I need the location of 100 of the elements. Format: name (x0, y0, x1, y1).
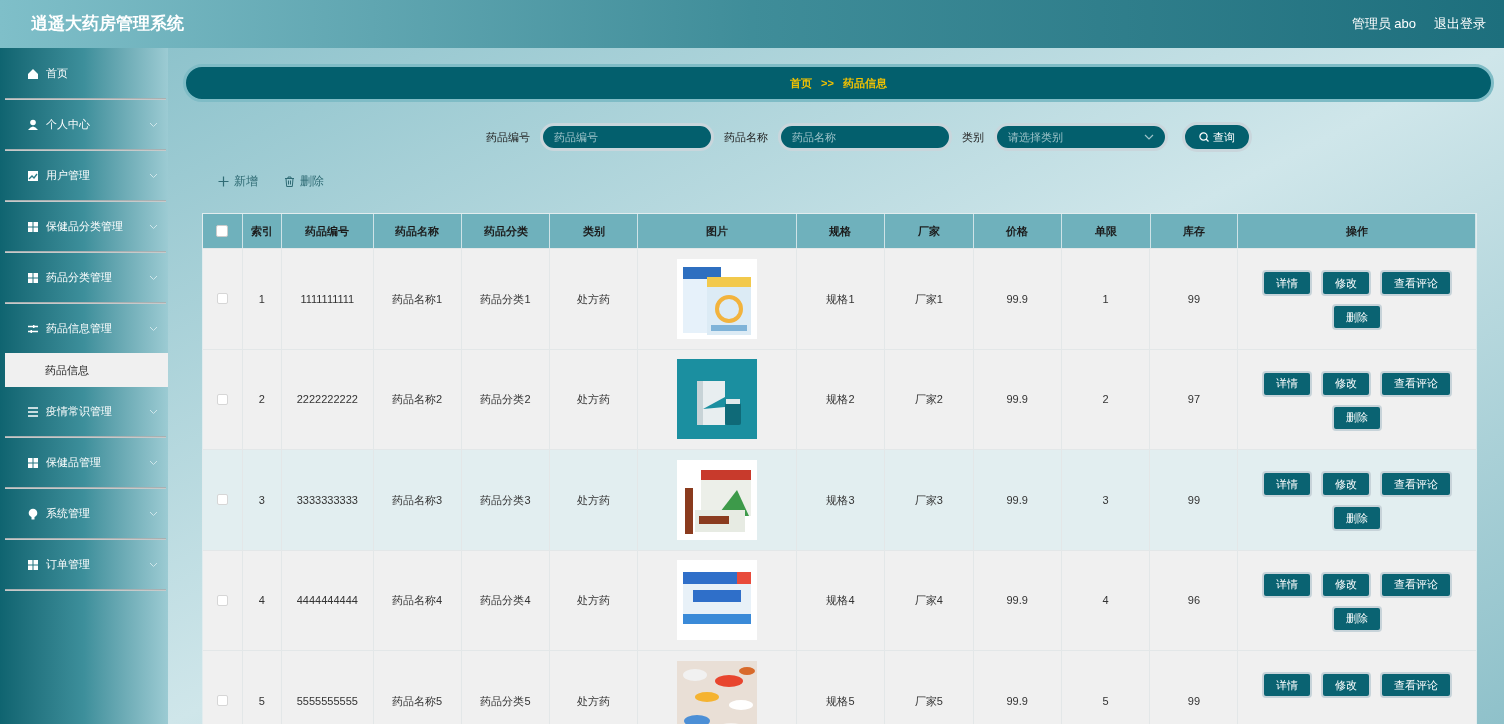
action-button[interactable]: 修改 (1321, 471, 1372, 497)
table-cell: 5 (1061, 651, 1151, 724)
table-cell: 药品名称1 (373, 249, 462, 349)
sidebar-item[interactable]: 药品分类管理 (5, 253, 168, 302)
sidebar-item[interactable]: 保健品管理 (5, 438, 168, 487)
app-title: 逍遥大药房管理系统 (31, 13, 184, 36)
breadcrumb-item[interactable]: 首页 (790, 74, 813, 92)
bulb-icon (27, 507, 39, 520)
sidebar-item[interactable]: 药品信息管理 (5, 304, 168, 353)
row-checkbox[interactable] (216, 695, 228, 707)
table-cell: 99.9 (973, 450, 1062, 550)
action-button[interactable]: 修改 (1321, 270, 1372, 296)
field-label: 药品编号 (485, 129, 530, 145)
chevron-down-icon (149, 561, 158, 568)
table-cell: 99 (1150, 249, 1239, 349)
chevron-down-icon (149, 121, 158, 128)
table-cell: 3 (1061, 450, 1151, 550)
logout-link[interactable]: 退出登录 (1434, 14, 1486, 34)
search-field[interactable]: 药品编号 (539, 123, 714, 151)
action-button[interactable]: 删除 (1332, 505, 1383, 531)
breadcrumb-separator: >> (821, 75, 834, 91)
table-cell: 厂家5 (884, 651, 974, 724)
search-icon (1198, 132, 1209, 142)
table-cell: 厂家1 (884, 249, 974, 349)
home-icon (27, 67, 39, 80)
sliders-icon (27, 322, 39, 335)
action-button[interactable]: 查看评论 (1380, 370, 1453, 397)
action-button[interactable]: 删除 (1332, 404, 1383, 431)
action-button[interactable]: 详情 (1262, 571, 1313, 598)
table-cell: 规格5 (797, 651, 885, 724)
sidebar-item[interactable]: 首页 (5, 49, 168, 98)
action-button[interactable]: 查看评论 (1380, 571, 1453, 598)
row-checkbox[interactable] (216, 494, 228, 506)
table-cell: 厂家3 (884, 450, 974, 550)
table-cell: 3333333333 (281, 450, 374, 550)
chevron-down-icon (149, 172, 158, 179)
table-cell: 1 (1061, 249, 1151, 349)
row-checkbox[interactable] (216, 393, 228, 405)
sidebar-item[interactable]: 个人中心 (5, 100, 168, 149)
table-cell: 99.9 (973, 249, 1062, 349)
table-cell: 5555555555 (281, 651, 374, 724)
chevron-down-icon (149, 274, 158, 281)
sidebar-item[interactable]: 保健品分类管理 (5, 202, 168, 251)
row-checkbox[interactable] (216, 594, 228, 606)
user-label: 管理员 abo (1351, 15, 1416, 34)
row-checkbox[interactable] (216, 293, 228, 305)
action-button[interactable]: 查看评论 (1380, 672, 1453, 698)
table-cell: 规格1 (797, 249, 885, 349)
action-button[interactable]: 查看评论 (1380, 471, 1453, 497)
search-button[interactable]: 查询 (1181, 122, 1252, 152)
table-cell: 处方药 (550, 651, 639, 724)
table-cell: 处方药 (550, 450, 639, 550)
field-label: 类别 (961, 129, 984, 145)
chart-icon (27, 169, 39, 182)
delete-button[interactable]: 删除 (284, 172, 324, 190)
action-button[interactable]: 修改 (1321, 571, 1372, 598)
grid-icon (27, 456, 39, 469)
action-button[interactable]: 查看评论 (1380, 270, 1453, 296)
submenu-item[interactable]: 药品信息 (5, 353, 168, 387)
table-cell: 1 (242, 249, 282, 349)
category-select[interactable]: 请选择类别 (993, 123, 1168, 151)
table-cell: 药品名称3 (373, 450, 462, 550)
breadcrumb-item[interactable]: 药品信息 (842, 74, 887, 92)
action-button[interactable]: 修改 (1321, 672, 1372, 698)
chevron-down-icon (149, 510, 158, 517)
table-cell: 处方药 (550, 249, 639, 349)
table-cell: 99.9 (973, 651, 1062, 724)
chevron-down-icon (149, 223, 158, 230)
sidebar-item[interactable]: 订单管理 (5, 540, 168, 589)
action-button[interactable]: 详情 (1262, 270, 1313, 296)
field-label: 药品名称 (723, 129, 768, 145)
trash-icon (284, 175, 295, 187)
select-all-checkbox[interactable] (216, 225, 229, 237)
table-cell: 3 (242, 450, 282, 550)
table-cell: 5 (242, 651, 282, 724)
action-button[interactable]: 详情 (1262, 370, 1313, 397)
table-cell: 药品分类5 (461, 651, 551, 724)
chevron-down-icon (1143, 134, 1154, 140)
sidebar-item[interactable]: 系统管理 (5, 489, 168, 538)
table-cell: 99 (1150, 651, 1239, 724)
search-field[interactable]: 药品名称 (777, 123, 952, 151)
action-button[interactable]: 详情 (1262, 471, 1313, 497)
list-icon (27, 405, 39, 418)
table-cell: 药品分类1 (461, 249, 551, 349)
chevron-down-icon (149, 325, 158, 332)
table-cell: 药品名称5 (373, 651, 462, 724)
person-icon (27, 118, 39, 131)
table-cell: 规格3 (797, 450, 885, 550)
action-button[interactable]: 修改 (1321, 370, 1372, 397)
grid-icon (27, 558, 39, 571)
action-button[interactable]: 删除 (1332, 605, 1383, 632)
grid-icon (27, 271, 39, 284)
grid-icon (27, 220, 39, 233)
action-button[interactable]: 删除 (1332, 304, 1383, 330)
sidebar-item[interactable]: 用户管理 (5, 151, 168, 200)
chevron-down-icon (149, 459, 158, 466)
sidebar-item[interactable]: 疫情常识管理 (5, 387, 168, 436)
action-button[interactable]: 详情 (1262, 672, 1313, 698)
add-button[interactable]: 新增 (218, 172, 258, 190)
table-cell: 99 (1150, 450, 1239, 550)
